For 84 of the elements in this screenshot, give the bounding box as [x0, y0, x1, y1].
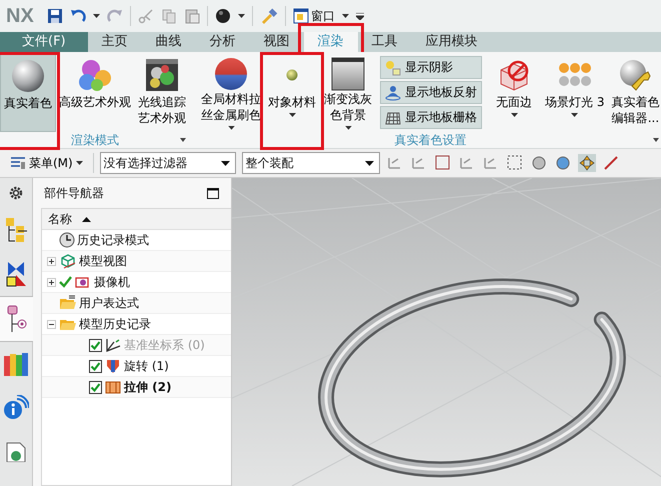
ribbon-tab[interactable]: 主页	[88, 32, 142, 52]
expand-toggle[interactable]	[47, 256, 56, 266]
ribbon-tab[interactable]: 文件(F)	[0, 32, 88, 52]
scene-icon	[145, 58, 179, 92]
launcher-icon[interactable]	[653, 138, 660, 142]
ball-icon[interactable]	[214, 8, 231, 24]
checkbox[interactable]	[89, 380, 102, 394]
ribbon-tab[interactable]: 应用模块	[412, 32, 492, 52]
ribbon-button[interactable]: 全局材料拉 丝金属刷色	[198, 54, 264, 132]
clock-icon	[59, 232, 75, 248]
caret-icon[interactable]	[342, 14, 349, 18]
grid-icon	[385, 110, 401, 126]
caret-icon	[364, 160, 374, 166]
brush-icon[interactable]	[260, 8, 278, 24]
toggle-button[interactable]: 显示阴影	[380, 56, 482, 79]
ribbon-button[interactable]: 对象材料	[264, 54, 320, 132]
balls-icon	[78, 58, 112, 92]
window-menu[interactable]: 窗口	[310, 8, 335, 24]
ribbon-button[interactable]: 无面边	[486, 54, 542, 132]
books-icon	[3, 351, 29, 377]
sort-ascending-icon	[82, 216, 91, 222]
ribbon-button[interactable]: 真实着色 编辑器...	[607, 54, 661, 132]
tree-item[interactable]: 模型历史记录	[79, 316, 151, 332]
caret-icon	[76, 161, 83, 165]
window-icon[interactable]	[292, 8, 309, 24]
select-box-icon[interactable]	[506, 154, 524, 172]
column-header[interactable]: 名称	[42, 209, 231, 230]
ribbon-tab[interactable]: 分析	[196, 32, 250, 52]
caret-icon	[220, 160, 230, 166]
group-label: 真实着色设置	[394, 132, 467, 148]
checkbox[interactable]	[89, 360, 102, 372]
side-tab[interactable]	[0, 296, 33, 342]
launcher-icon[interactable]	[180, 138, 186, 142]
maximize-icon[interactable]	[207, 188, 219, 198]
group-label: 渲染模式	[71, 132, 119, 148]
sphere-icon	[11, 59, 45, 93]
handles-icon[interactable]	[578, 154, 596, 172]
extrude-icon	[104, 379, 122, 395]
ribbon-button[interactable]: 光线追踪 艺术外观	[134, 54, 190, 132]
check-icon[interactable]	[59, 276, 72, 288]
expand-toggle[interactable]	[47, 278, 56, 286]
menu-button[interactable]: 菜单(M)	[6, 154, 87, 172]
app-logo: NX	[6, 4, 34, 28]
save-icon[interactable]	[46, 8, 63, 24]
lamp-icon	[385, 60, 401, 76]
caret-icon[interactable]	[92, 14, 100, 18]
gear-icon	[8, 185, 24, 201]
gradient-panel-icon	[331, 56, 365, 91]
assembly-tree-icon	[4, 217, 28, 243]
panel-title: 部件导航器	[44, 184, 104, 202]
undo-icon[interactable]	[70, 8, 86, 24]
ribbon-button[interactable]: 场景灯光 3	[542, 54, 608, 132]
ribbon-tab[interactable]: 工具	[358, 32, 412, 52]
customize-icon[interactable]	[356, 12, 364, 20]
revolve-icon	[104, 358, 122, 374]
document-icon	[5, 442, 27, 462]
toggle-button[interactable]: 显示地板反射	[380, 81, 482, 104]
part-navigator-icon	[6, 305, 28, 333]
wrench-icon	[618, 58, 652, 92]
caret-icon[interactable]	[238, 14, 245, 18]
line-icon[interactable]	[602, 154, 620, 172]
expand-toggle[interactable]	[47, 320, 56, 328]
toggle-button[interactable]: 显示地板栅格	[380, 106, 482, 129]
column-label: 名称	[48, 210, 72, 228]
info-icon	[3, 395, 29, 421]
ball-icon	[286, 69, 298, 81]
filter-dropdown[interactable]: 没有选择过滤器	[100, 152, 236, 174]
ribbon-tab[interactable]: 视图	[250, 32, 304, 52]
tree-item[interactable]: 历史记录模式	[77, 232, 149, 248]
axes-icon	[104, 337, 122, 353]
folder-icon	[59, 295, 77, 311]
graphics-viewport[interactable]	[232, 178, 661, 486]
dots-icon	[558, 62, 592, 88]
tree-item[interactable]: 摄像机	[94, 274, 130, 290]
ribbon-button[interactable]: 真实着色	[0, 54, 56, 132]
tree-item[interactable]: 旋转 (1)	[124, 358, 169, 374]
constraint-icon	[4, 260, 28, 288]
menu-icon	[10, 156, 26, 170]
ribbon-tab[interactable]: 渲染	[304, 32, 358, 52]
ribbon-button[interactable]: 渐变浅灰 色背景	[320, 54, 376, 132]
ribbon-tab[interactable]: 曲线	[142, 32, 196, 52]
person-icon	[385, 84, 401, 100]
sphere-icon	[214, 56, 248, 91]
scope-dropdown[interactable]: 整个装配	[242, 152, 380, 174]
